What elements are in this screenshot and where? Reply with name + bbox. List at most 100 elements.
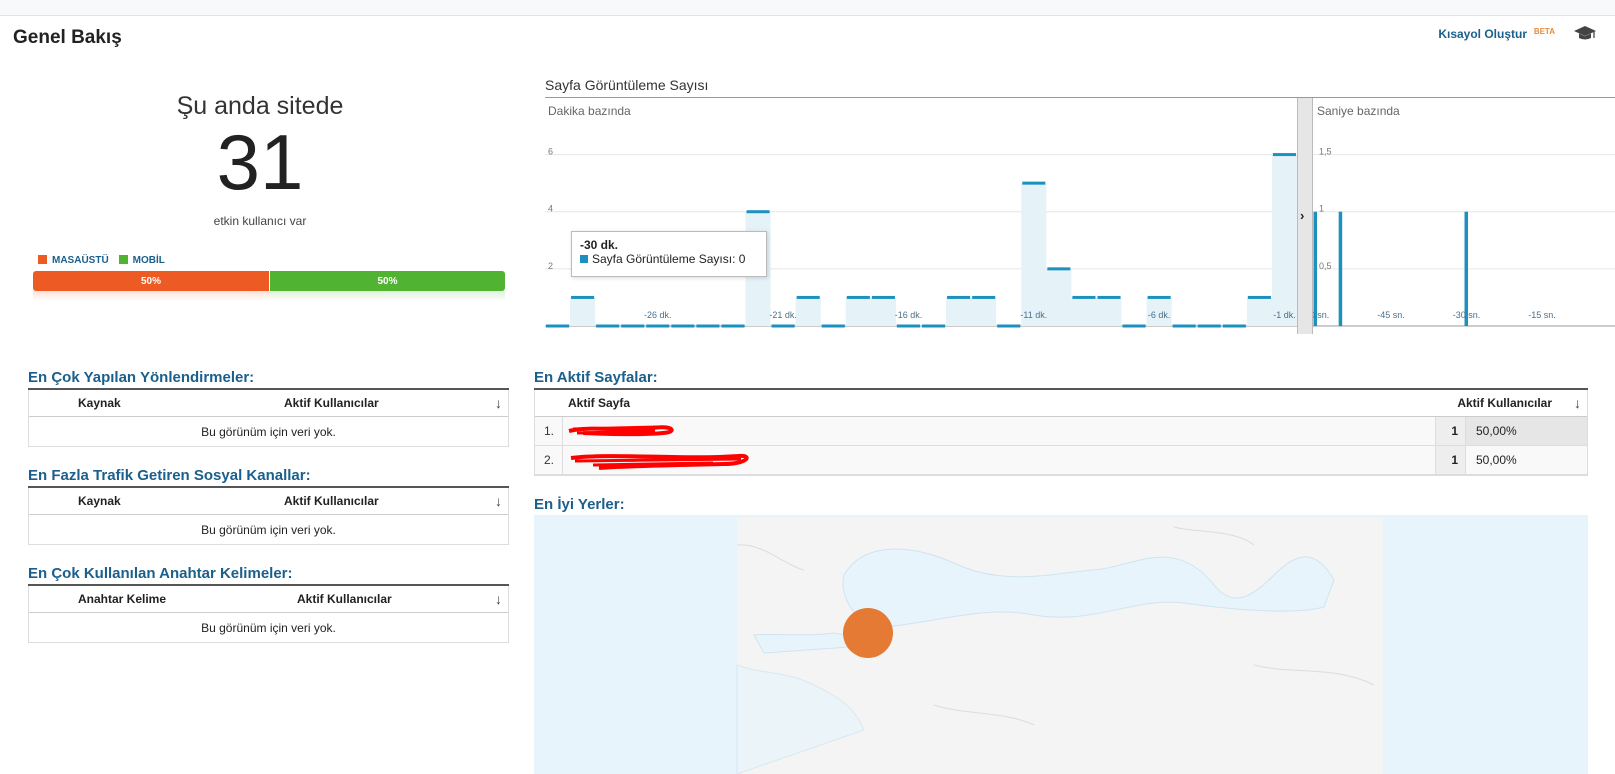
- bar[interactable]: [846, 295, 870, 299]
- bar[interactable]: [1247, 295, 1271, 299]
- col-active-page[interactable]: Aktif Sayfa: [568, 396, 630, 410]
- bar[interactable]: [596, 324, 620, 328]
- bar[interactable]: [871, 295, 895, 299]
- y-tick-label: 1: [1319, 204, 1324, 214]
- bar-fill[interactable]: [1021, 183, 1047, 326]
- y-tick-label: 6: [548, 147, 553, 157]
- desktop-label: MASAÜSTÜ: [52, 255, 109, 266]
- empty-message: Bu görünüm için veri yok.: [201, 424, 336, 439]
- bar[interactable]: [1097, 295, 1121, 299]
- x-tick-label: -45 sn.: [1377, 310, 1405, 320]
- bar[interactable]: [771, 324, 795, 328]
- bar[interactable]: [896, 324, 920, 328]
- bar-fill[interactable]: [1096, 297, 1122, 326]
- sort-down-icon[interactable]: ↓: [495, 591, 502, 607]
- bar[interactable]: [1047, 267, 1071, 271]
- bar-fill[interactable]: [845, 297, 871, 326]
- col-keyword[interactable]: Anahtar Kelime: [78, 592, 166, 606]
- bar-fill[interactable]: [1271, 154, 1297, 326]
- bar[interactable]: [746, 210, 770, 214]
- location-marker[interactable]: [843, 608, 893, 658]
- col-active-users[interactable]: Aktif Kullanıcılar: [297, 592, 392, 606]
- bar-fill[interactable]: [570, 297, 596, 326]
- bar[interactable]: [1464, 211, 1469, 326]
- bar[interactable]: [821, 324, 845, 328]
- bar[interactable]: [1072, 295, 1096, 299]
- top-strip: [0, 0, 1615, 16]
- desktop-swatch: [38, 255, 47, 264]
- bar[interactable]: [1222, 324, 1246, 328]
- bar[interactable]: [972, 295, 996, 299]
- y-tick-label: 0,5: [1319, 261, 1332, 271]
- bar-fill[interactable]: [1246, 297, 1272, 326]
- table-header: Kaynak Aktif Kullanıcılar ↓: [29, 488, 508, 515]
- bar[interactable]: [1338, 211, 1343, 326]
- bar[interactable]: [1313, 211, 1318, 326]
- bar[interactable]: [621, 324, 645, 328]
- empty-message: Bu görünüm için veri yok.: [201, 522, 336, 537]
- device-legend: MASAÜSTÜ MOBİL: [38, 255, 165, 266]
- bar[interactable]: [997, 324, 1021, 328]
- x-tick-label: -16 dk.: [895, 310, 923, 320]
- redaction-scribble: [570, 453, 749, 470]
- table-row[interactable]: 1. 1 50,00%: [535, 417, 1587, 446]
- chevron-right-icon[interactable]: ›: [1300, 208, 1304, 223]
- x-tick-label: -21 dk.: [769, 310, 797, 320]
- sort-down-icon[interactable]: ↓: [495, 493, 502, 509]
- row-index: 1.: [535, 417, 563, 445]
- redacted-page-url[interactable]: [563, 446, 1435, 474]
- col-active-users[interactable]: Aktif Kullanıcılar: [284, 494, 379, 508]
- bar[interactable]: [1022, 181, 1046, 185]
- col-active-users[interactable]: Aktif Kullanıcılar: [1457, 396, 1552, 410]
- tooltip-title: -30 dk.: [580, 238, 619, 252]
- sort-down-icon[interactable]: ↓: [495, 395, 502, 411]
- bar[interactable]: [1172, 324, 1196, 328]
- bar[interactable]: [1147, 295, 1171, 299]
- mobile-label: MOBİL: [132, 255, 165, 266]
- bar[interactable]: [696, 324, 720, 328]
- active-pages-title: En Aktif Sayfalar:: [534, 369, 658, 386]
- bar[interactable]: [721, 324, 745, 328]
- social-title: En Fazla Trafik Getiren Sosyal Kanallar:: [28, 467, 311, 484]
- bar[interactable]: [796, 295, 820, 299]
- x-tick-label: -60 sn.: [1313, 310, 1329, 320]
- graduation-cap-icon[interactable]: [1573, 24, 1597, 42]
- bar[interactable]: [546, 324, 570, 328]
- top-locations-title: En İyi Yerler:: [534, 496, 625, 513]
- col-source[interactable]: Kaynak: [78, 494, 121, 508]
- row-count: 1: [1435, 446, 1465, 474]
- row-percent: 50,00%: [1465, 446, 1587, 474]
- locations-map[interactable]: [534, 515, 1588, 774]
- table-row[interactable]: 2. 1 50,00%: [535, 446, 1587, 475]
- bar-fill[interactable]: [971, 297, 997, 326]
- bar-fill[interactable]: [946, 297, 972, 326]
- x-tick-label: -11 dk.: [1020, 310, 1047, 320]
- beta-badge: BETA: [1533, 27, 1555, 36]
- bar[interactable]: [947, 295, 971, 299]
- bar[interactable]: [1122, 324, 1146, 328]
- redaction-scribble: [568, 425, 674, 437]
- tooltip-swatch: [580, 255, 588, 263]
- keywords-table: Anahtar Kelime Aktif Kullanıcılar ↓ Bu g…: [28, 586, 509, 643]
- bar-fill[interactable]: [1046, 268, 1072, 326]
- bar[interactable]: [1272, 153, 1296, 157]
- col-source[interactable]: Kaynak: [78, 396, 121, 410]
- x-tick-label: -1 dk.: [1273, 310, 1296, 320]
- device-split-reflection: [33, 291, 505, 301]
- bar-fill[interactable]: [870, 297, 896, 326]
- bar-fill[interactable]: [1071, 297, 1097, 326]
- bar[interactable]: [922, 324, 946, 328]
- redacted-page-url[interactable]: [563, 417, 1435, 445]
- x-tick-label: -26 dk.: [644, 310, 672, 320]
- sort-down-icon[interactable]: ↓: [1574, 395, 1581, 411]
- mobile-share: 50%: [269, 271, 505, 291]
- bar[interactable]: [571, 295, 595, 299]
- bar-fill[interactable]: [795, 297, 821, 326]
- create-shortcut-link[interactable]: Kısayol Oluştur: [1438, 27, 1527, 41]
- device-split-bar: 50% 50%: [33, 271, 505, 291]
- bar[interactable]: [1197, 324, 1221, 328]
- x-tick-label: -30 sn.: [1453, 310, 1481, 320]
- bar[interactable]: [646, 324, 670, 328]
- bar[interactable]: [671, 324, 695, 328]
- col-active-users[interactable]: Aktif Kullanıcılar: [284, 396, 379, 410]
